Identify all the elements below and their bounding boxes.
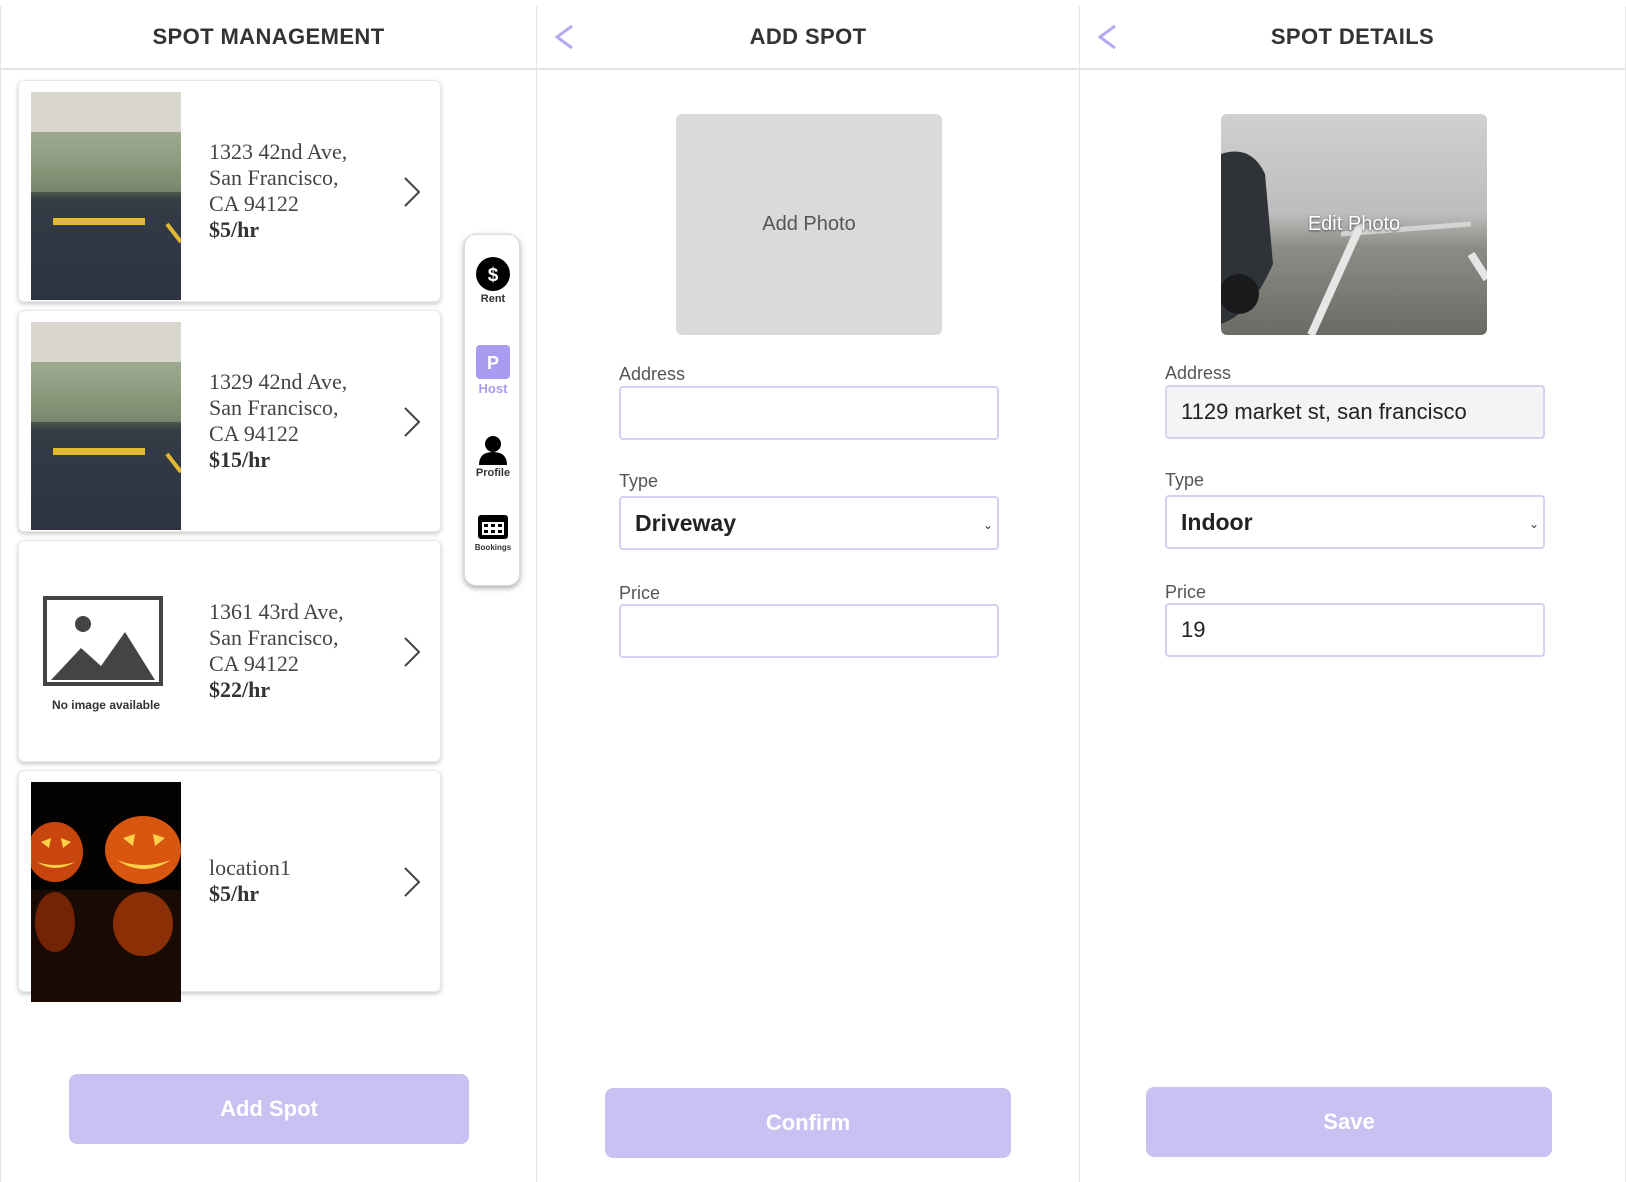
type-select[interactable]: Indoor ⌄ [1165, 495, 1545, 549]
type-label: Type [619, 471, 659, 491]
spot-details-panel: SPOT DETAILS Edit Photo Address 1129 mar… [1080, 6, 1626, 1182]
add-spot-button[interactable]: Add Spot [69, 1074, 469, 1144]
chevron-right-icon[interactable] [402, 635, 422, 669]
tab-label: Profile [475, 467, 511, 479]
edit-photo-button[interactable]: Edit Photo [1221, 114, 1487, 335]
chevron-down-icon: ⌄ [982, 518, 993, 532]
page-title: SPOT DETAILS [1270, 24, 1435, 49]
address-line: location1 [209, 855, 291, 880]
person-icon [479, 436, 507, 465]
price-label: Price [1165, 582, 1207, 602]
tab-bookings[interactable]: Bookings [465, 511, 521, 552]
chevron-down-icon: ⌄ [1528, 517, 1539, 531]
spot-photo [31, 92, 181, 300]
dollar-icon: $ [476, 257, 510, 291]
price-field[interactable] [619, 604, 999, 658]
spot-card[interactable]: No image available 1361 43rd Ave, San Fr… [18, 540, 441, 762]
no-image-placeholder: No image available [31, 552, 181, 760]
calendar-icon [478, 515, 508, 539]
add-photo-button[interactable]: Add Photo [676, 114, 942, 335]
tab-profile[interactable]: Profile [465, 435, 521, 479]
tab-label: Rent [480, 293, 506, 305]
address-line: San Francisco, [209, 625, 339, 650]
address-line: San Francisco, [209, 165, 339, 190]
svg-text:P: P [487, 353, 499, 373]
svg-text:$: $ [488, 265, 499, 286]
tab-label: Host [478, 381, 508, 396]
spot-card[interactable]: 1323 42nd Ave, San Francisco, CA 94122 $… [18, 80, 441, 302]
address-label: Address [619, 364, 686, 384]
chevron-right-icon[interactable] [402, 405, 422, 439]
address-field[interactable] [619, 386, 999, 440]
chevron-right-icon[interactable] [402, 865, 422, 899]
address-line: San Francisco, [209, 395, 339, 420]
type-value: Driveway [635, 509, 737, 536]
address-field[interactable]: 1129 market st, san francisco [1165, 385, 1545, 439]
type-label: Type [1165, 470, 1205, 490]
back-button[interactable] [549, 20, 579, 54]
chevron-right-icon[interactable] [402, 175, 422, 209]
type-value: Indoor [1181, 508, 1253, 535]
address-label: Address [1165, 363, 1232, 383]
address-line: 1361 43rd Ave, [209, 599, 344, 624]
spot-price: $15/hr [209, 447, 271, 472]
spot-address: 1329 42nd Ave, San Francisco, CA 94122 $… [209, 369, 347, 473]
header: SPOT DETAILS [1080, 6, 1625, 70]
price-label: Price [619, 583, 661, 603]
address-line: CA 94122 [209, 191, 299, 216]
save-button[interactable]: Save [1146, 1087, 1552, 1157]
address-line: 1329 42nd Ave, [209, 369, 348, 394]
confirm-button[interactable]: Confirm [605, 1088, 1011, 1158]
spot-price: $22/hr [209, 677, 271, 702]
spot-list[interactable]: 1323 42nd Ave, San Francisco, CA 94122 $… [1, 76, 536, 1022]
header: SPOT MANAGEMENT [1, 6, 536, 70]
spot-photo [31, 782, 181, 1002]
chevron-left-icon [554, 24, 573, 50]
spot-management-panel: SPOT MANAGEMENT 1323 42nd Ave, San Franc… [0, 6, 537, 1182]
spot-photo [31, 322, 181, 530]
spot-card[interactable]: 1329 42nd Ave, San Francisco, CA 94122 $… [18, 310, 441, 532]
spot-card[interactable]: location1 $5/hr [18, 770, 441, 1002]
chevron-left-icon [1097, 24, 1116, 50]
page-title: SPOT MANAGEMENT [152, 24, 385, 49]
edit-photo-label: Edit Photo [1307, 213, 1401, 235]
spot-address: 1323 42nd Ave, San Francisco, CA 94122 $… [209, 139, 347, 243]
add-photo-label: Add Photo [762, 213, 856, 235]
tab-rent[interactable]: $ Rent [465, 257, 521, 305]
tab-host[interactable]: P Host [465, 345, 521, 396]
header: ADD SPOT [537, 6, 1079, 70]
page-title: ADD SPOT [749, 24, 867, 49]
tab-bar: $ Rent P Host Profile Bookings [464, 234, 520, 586]
tab-label: Bookings [474, 543, 512, 552]
back-button[interactable] [1092, 20, 1122, 54]
address-line: 1323 42nd Ave, [209, 139, 348, 164]
add-spot-panel: ADD SPOT Add Photo Address Type Driveway… [537, 6, 1080, 1182]
type-select[interactable]: Driveway ⌄ [619, 496, 999, 550]
spot-price: $5/hr [209, 881, 260, 906]
address-line: CA 94122 [209, 421, 299, 446]
spot-address: 1361 43rd Ave, San Francisco, CA 94122 $… [209, 599, 344, 703]
address-line: CA 94122 [209, 651, 299, 676]
parking-icon: P [476, 345, 510, 379]
spot-price: $5/hr [209, 217, 260, 242]
price-field[interactable]: 19 [1165, 603, 1545, 657]
no-image-text: No image available [51, 698, 161, 712]
spot-address: location1 $5/hr [209, 855, 291, 907]
